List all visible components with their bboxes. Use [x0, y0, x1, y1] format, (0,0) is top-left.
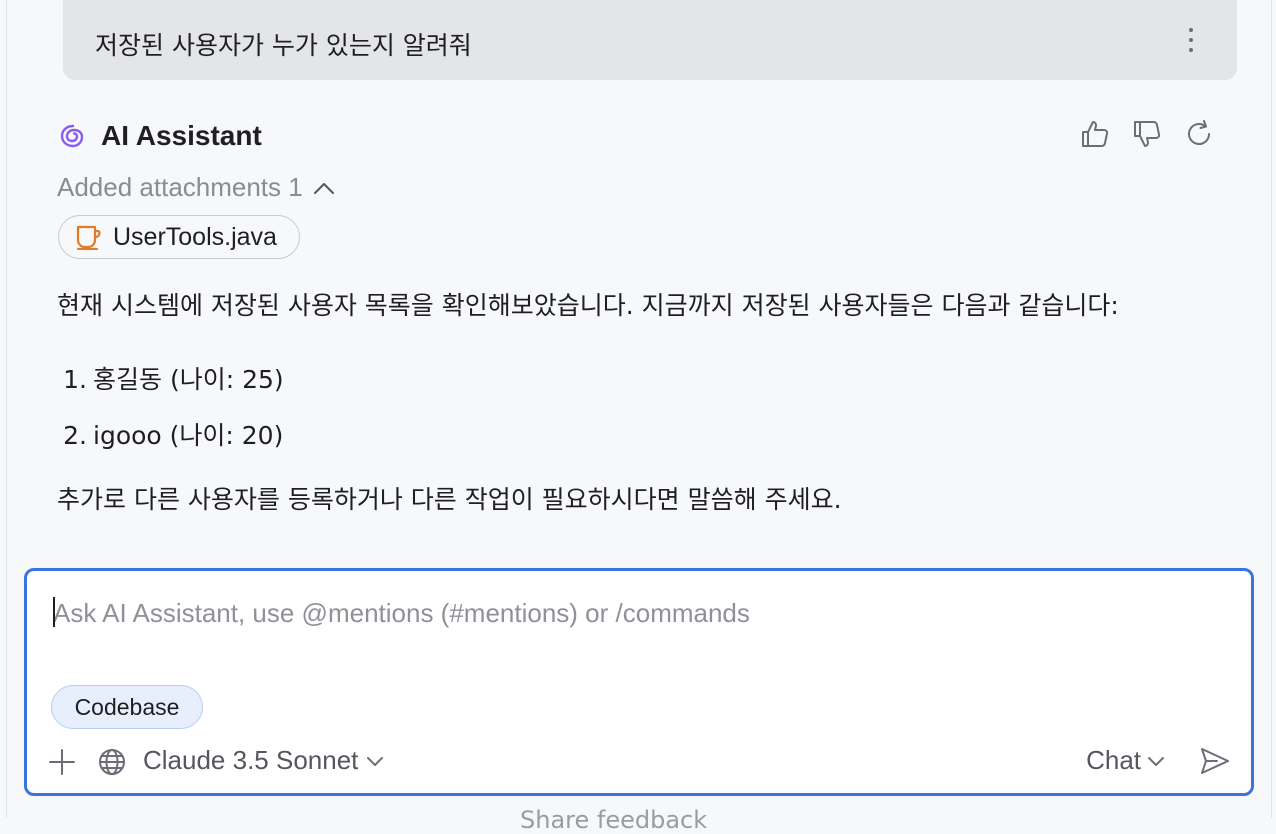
regenerate-icon[interactable] — [1183, 118, 1215, 150]
assistant-name: AI Assistant — [101, 120, 262, 151]
chevron-up-icon — [313, 182, 334, 194]
thumbs-up-icon[interactable] — [1079, 118, 1111, 150]
chat-input[interactable] — [53, 593, 1203, 633]
user-message-bubble: 저장된 사용자가 누가 있는지 알려줘 — [63, 0, 1237, 80]
ai-assistant-logo-icon — [60, 124, 84, 148]
java-file-icon — [76, 225, 101, 250]
share-feedback-link[interactable]: Share feedback — [520, 806, 707, 834]
chevron-down-icon — [1148, 756, 1164, 766]
codebase-chip-label: Codebase — [74, 693, 180, 720]
chat-composer: Codebase Claude 3.5 Sonnet Chat — [24, 568, 1254, 796]
chevron-down-icon — [367, 756, 384, 766]
attachments-label: Added attachments 1 — [57, 172, 303, 202]
list-item-text: 홍길동 (나이: 25) — [93, 365, 284, 394]
globe-icon[interactable] — [97, 747, 127, 777]
mode-selector[interactable]: Chat — [1086, 745, 1165, 776]
send-icon[interactable] — [1199, 745, 1231, 777]
user-message-text: 저장된 사용자가 누가 있는지 알려줘 — [95, 31, 472, 60]
list-item-text: igooo (나이: 20) — [93, 421, 284, 450]
codebase-context-chip[interactable]: Codebase — [51, 685, 203, 729]
assistant-header: AI Assistant — [57, 118, 262, 154]
add-icon[interactable] — [47, 747, 77, 777]
list-number: 1. — [63, 365, 87, 394]
assistant-intro-text: 현재 시스템에 저장된 사용자 목록을 확인해보았습니다. 지금까지 저장된 사… — [57, 291, 1119, 320]
attachments-toggle[interactable]: Added attachments 1 — [57, 172, 335, 203]
list-number: 2. — [63, 421, 87, 450]
attachment-chip[interactable]: UserTools.java — [58, 215, 300, 259]
model-label: Claude 3.5 Sonnet — [143, 745, 359, 775]
more-options-icon[interactable] — [1181, 24, 1201, 56]
thumbs-down-icon[interactable] — [1131, 118, 1163, 150]
composer-toolbar: Claude 3.5 Sonnet Chat — [47, 743, 1231, 783]
list-item: 1. 홍길동 (나이: 25) — [57, 360, 284, 396]
list-item: 2. igooo (나이: 20) — [57, 416, 283, 452]
text-caret — [53, 597, 55, 627]
model-selector[interactable]: Claude 3.5 Sonnet — [143, 745, 384, 776]
message-actions — [1079, 118, 1215, 150]
mode-label: Chat — [1086, 745, 1141, 775]
attachment-filename: UserTools.java — [113, 222, 277, 251]
assistant-closing-text: 추가로 다른 사용자를 등록하거나 다른 작업이 필요하시다면 말씀해 주세요. — [57, 485, 842, 514]
